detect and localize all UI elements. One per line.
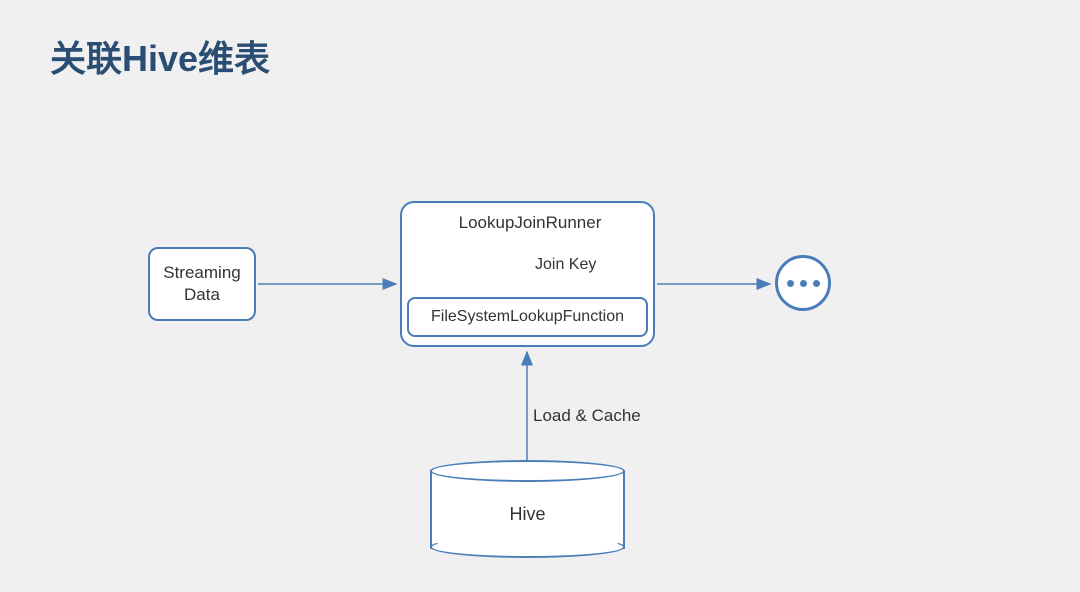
- dot-icon: [813, 280, 820, 287]
- hive-label: Hive: [430, 504, 625, 525]
- label-load-cache: Load & Cache: [533, 406, 641, 426]
- cylinder-bottom: [430, 536, 625, 558]
- lookup-fn-label: FileSystemLookupFunction: [431, 308, 624, 326]
- node-ellipsis: [775, 255, 831, 311]
- dot-icon: [800, 280, 807, 287]
- cylinder-top: [430, 460, 625, 482]
- label-join-key: Join Key: [535, 256, 596, 274]
- runner-label: LookupJoinRunner: [445, 213, 615, 233]
- node-streaming-data: Streaming Data: [148, 247, 256, 321]
- node-hive-cylinder: Hive: [430, 460, 625, 558]
- node-lookup-function: FileSystemLookupFunction: [407, 297, 648, 337]
- slide-title: 关联Hive维表: [50, 30, 270, 82]
- streaming-label: Streaming Data: [163, 262, 240, 306]
- dot-icon: [787, 280, 794, 287]
